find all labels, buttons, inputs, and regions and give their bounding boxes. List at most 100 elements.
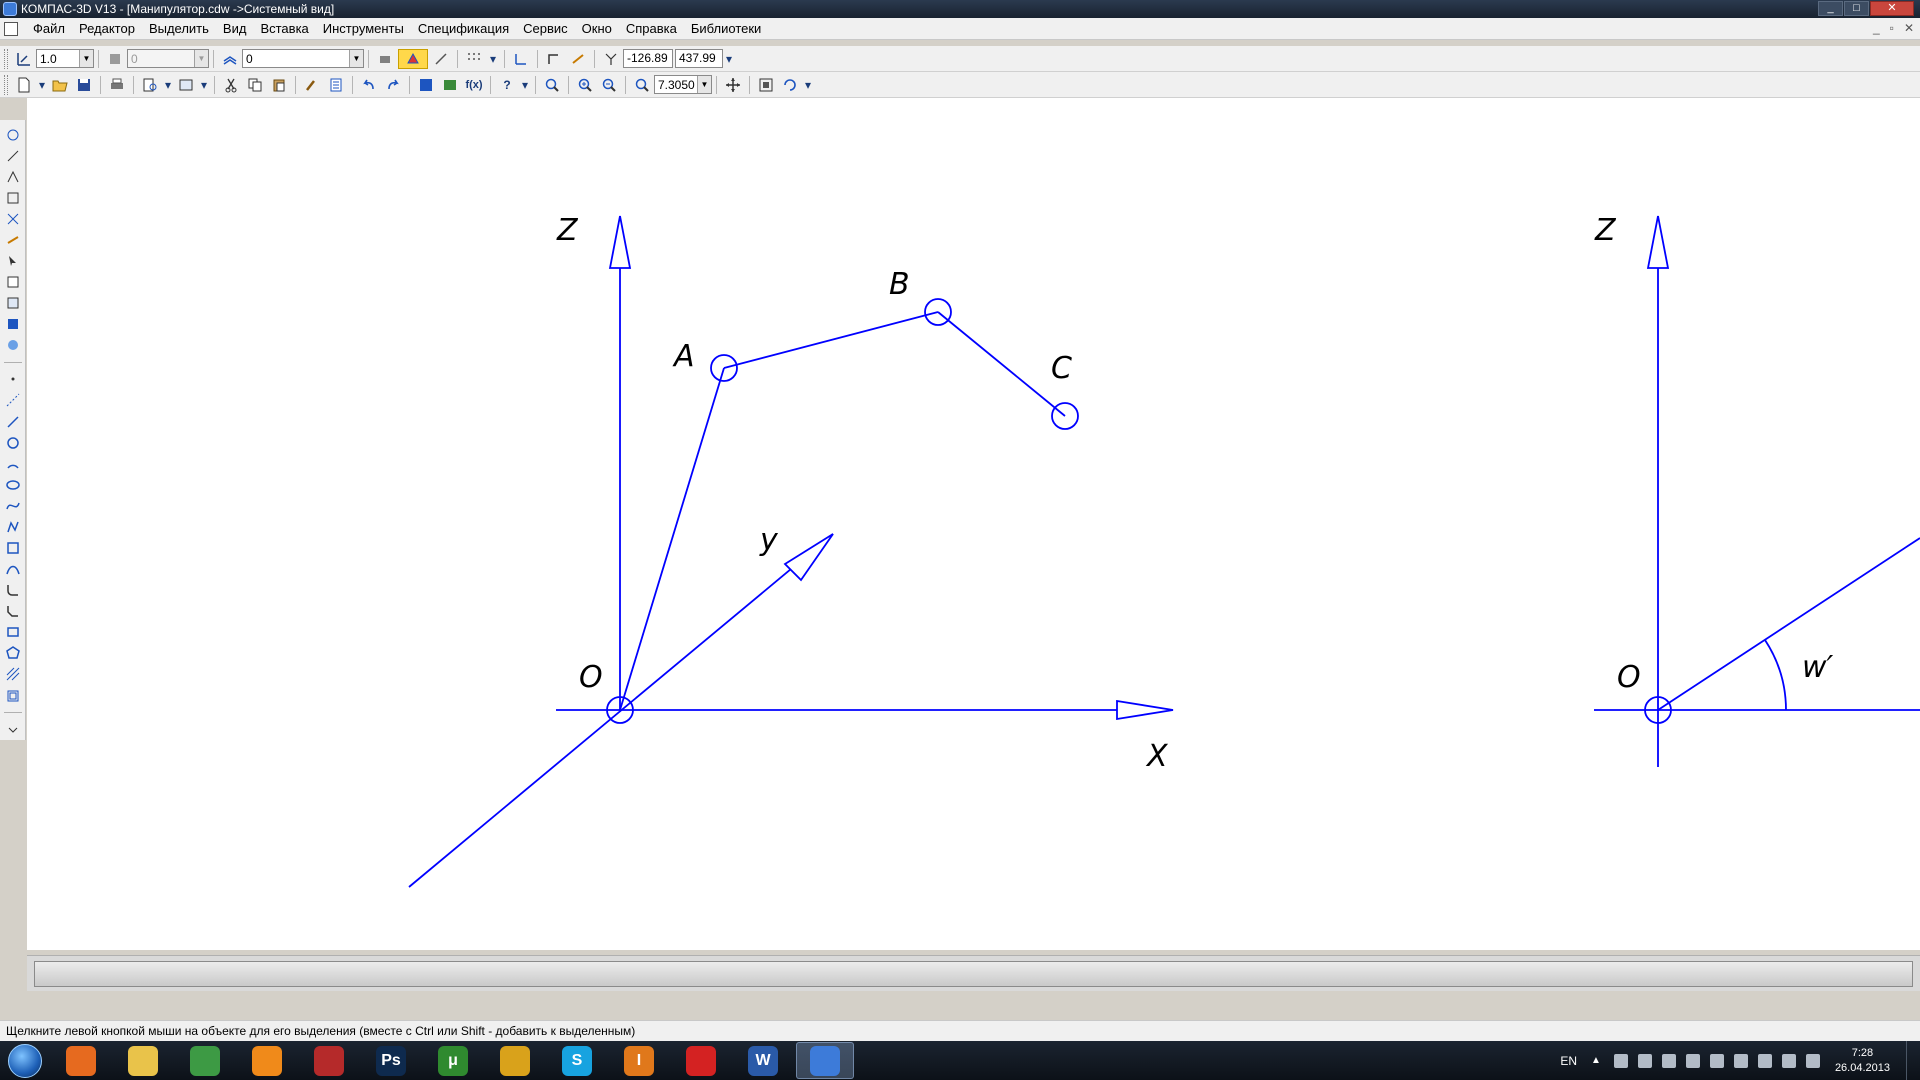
tray-app-icon[interactable] (1613, 1053, 1628, 1068)
undo-icon[interactable] (358, 75, 380, 95)
polygon-tool-icon[interactable] (4, 645, 22, 662)
show-desktop-button[interactable] (1906, 1041, 1920, 1080)
fragments-tool-icon[interactable] (4, 337, 22, 354)
arc-tool-icon[interactable] (4, 455, 22, 472)
taskbar-app-skype[interactable]: S (548, 1042, 606, 1079)
insert-tool-icon[interactable] (4, 316, 22, 333)
doc-restore-icon[interactable]: ▫ (1890, 21, 1894, 35)
preview-icon[interactable] (139, 75, 161, 95)
chevron-down-icon[interactable]: ▼ (194, 50, 208, 67)
library-manager-icon[interactable] (439, 75, 461, 95)
drawing-canvas[interactable]: Z A B C y O X Z O w′ (27, 98, 1920, 950)
measure-tool-icon[interactable] (4, 231, 22, 248)
menu-file[interactable]: Файл (26, 21, 72, 36)
properties-panel[interactable] (34, 961, 1913, 987)
magnet-icon[interactable] (567, 49, 589, 69)
collapse-panel-icon[interactable] (4, 721, 22, 738)
edit-tool-icon[interactable] (4, 189, 22, 206)
eraser-icon[interactable] (374, 49, 396, 69)
taskbar-app-photoshop[interactable]: Ps (362, 1042, 420, 1079)
document-icon[interactable] (4, 21, 18, 36)
geometry-tool-icon[interactable] (4, 126, 22, 143)
menu-specification[interactable]: Спецификация (411, 21, 516, 36)
chevron-down-icon[interactable]: ▼ (697, 76, 711, 93)
paste-icon[interactable] (268, 75, 290, 95)
step-combo[interactable]: 1.0 ▼ (36, 49, 94, 68)
toolbar-overflow-icon[interactable]: ▾ (724, 49, 734, 69)
toolbar-overflow-icon[interactable]: ▾ (520, 75, 530, 95)
menu-help[interactable]: Справка (619, 21, 684, 36)
taskbar-app-orange-app[interactable]: I (610, 1042, 668, 1079)
manager-icon[interactable] (175, 75, 197, 95)
step-icon[interactable] (13, 49, 35, 69)
minimize-button[interactable]: _ (1818, 1, 1843, 16)
save-icon[interactable] (73, 75, 95, 95)
local-cs-icon[interactable] (510, 49, 532, 69)
cut-icon[interactable] (220, 75, 242, 95)
menu-window[interactable]: Окно (575, 21, 619, 36)
circle-tool-icon[interactable] (4, 434, 22, 451)
spline-tool-icon[interactable] (4, 497, 22, 514)
segment-tool-icon[interactable] (4, 413, 22, 430)
menu-select[interactable]: Выделить (142, 21, 216, 36)
chevron-down-icon[interactable]: ▾ (163, 75, 173, 95)
grid-icon[interactable] (463, 49, 485, 69)
chamfer-tool-icon[interactable] (4, 603, 22, 620)
taskbar-app-winamp[interactable] (238, 1042, 296, 1079)
contour-tool-icon[interactable] (4, 539, 22, 556)
format-brush-icon[interactable] (301, 75, 323, 95)
taskbar-app-chrome[interactable] (486, 1042, 544, 1079)
language-indicator[interactable]: EN (1560, 1054, 1577, 1068)
menu-tools[interactable]: Инструменты (316, 21, 411, 36)
rotated-link-right[interactable] (1657, 537, 1920, 711)
new-document-icon[interactable] (13, 75, 35, 95)
properties-icon[interactable] (325, 75, 347, 95)
snap-grid-icon[interactable] (430, 49, 452, 69)
refresh-icon[interactable] (779, 75, 801, 95)
taskbar-app-explorer[interactable] (114, 1042, 172, 1079)
menu-service[interactable]: Сервис (516, 21, 575, 36)
chevron-down-icon[interactable]: ▾ (37, 75, 47, 95)
taskbar-app-utorrent[interactable]: μ (424, 1042, 482, 1079)
link-o-a[interactable] (619, 367, 725, 711)
menu-view[interactable]: Вид (216, 21, 254, 36)
open-folder-icon[interactable] (49, 75, 71, 95)
bezier-tool-icon[interactable] (4, 561, 22, 578)
toolbar-overflow-icon[interactable]: ▾ (803, 75, 813, 95)
pan-icon[interactable] (722, 75, 744, 95)
param-tool-icon[interactable] (4, 210, 22, 227)
taskbar-app-red-splash[interactable] (672, 1042, 730, 1079)
taskbar-app-firefox[interactable] (52, 1042, 110, 1079)
tray-app-icon[interactable] (1685, 1053, 1700, 1068)
show-all-icon[interactable] (755, 75, 777, 95)
menu-insert[interactable]: Вставка (253, 21, 315, 36)
close-button[interactable]: ✕ (1870, 1, 1914, 16)
zoom-in-icon[interactable] (574, 75, 596, 95)
tree-icon[interactable] (415, 75, 437, 95)
chevron-down-icon[interactable]: ▾ (487, 49, 499, 69)
taskbar-app-utility[interactable] (176, 1042, 234, 1079)
variables-icon[interactable]: f(x) (463, 75, 485, 95)
menu-libraries[interactable]: Библиотеки (684, 21, 768, 36)
action-center-icon[interactable] (1733, 1053, 1748, 1068)
rectangle-tool-icon[interactable] (4, 624, 22, 641)
select-tool-icon[interactable] (4, 252, 22, 269)
taskbar-app-kompas[interactable] (796, 1042, 854, 1079)
zoom-out-icon[interactable] (598, 75, 620, 95)
tray-app-icon[interactable] (1661, 1053, 1676, 1068)
tray-app-icon[interactable] (1805, 1053, 1820, 1068)
cursor-x-field[interactable]: -126.89 (623, 49, 673, 68)
zoom-scale-icon[interactable] (631, 75, 653, 95)
dimensions-tool-icon[interactable] (4, 147, 22, 164)
toolbar-grip[interactable] (4, 48, 8, 69)
state-icon[interactable] (219, 49, 241, 69)
doc-close-icon[interactable]: ✕ (1904, 21, 1914, 35)
copy-icon[interactable] (244, 75, 266, 95)
point-tool-icon[interactable] (4, 371, 22, 388)
volume-icon[interactable] (1781, 1053, 1796, 1068)
equidistant-tool-icon[interactable] (4, 687, 22, 704)
maximize-button[interactable]: □ (1844, 1, 1869, 16)
aux-line-tool-icon[interactable] (4, 392, 22, 409)
chevron-down-icon[interactable]: ▼ (79, 50, 93, 67)
zoom-combo[interactable]: 7.3050 ▼ (654, 75, 712, 94)
